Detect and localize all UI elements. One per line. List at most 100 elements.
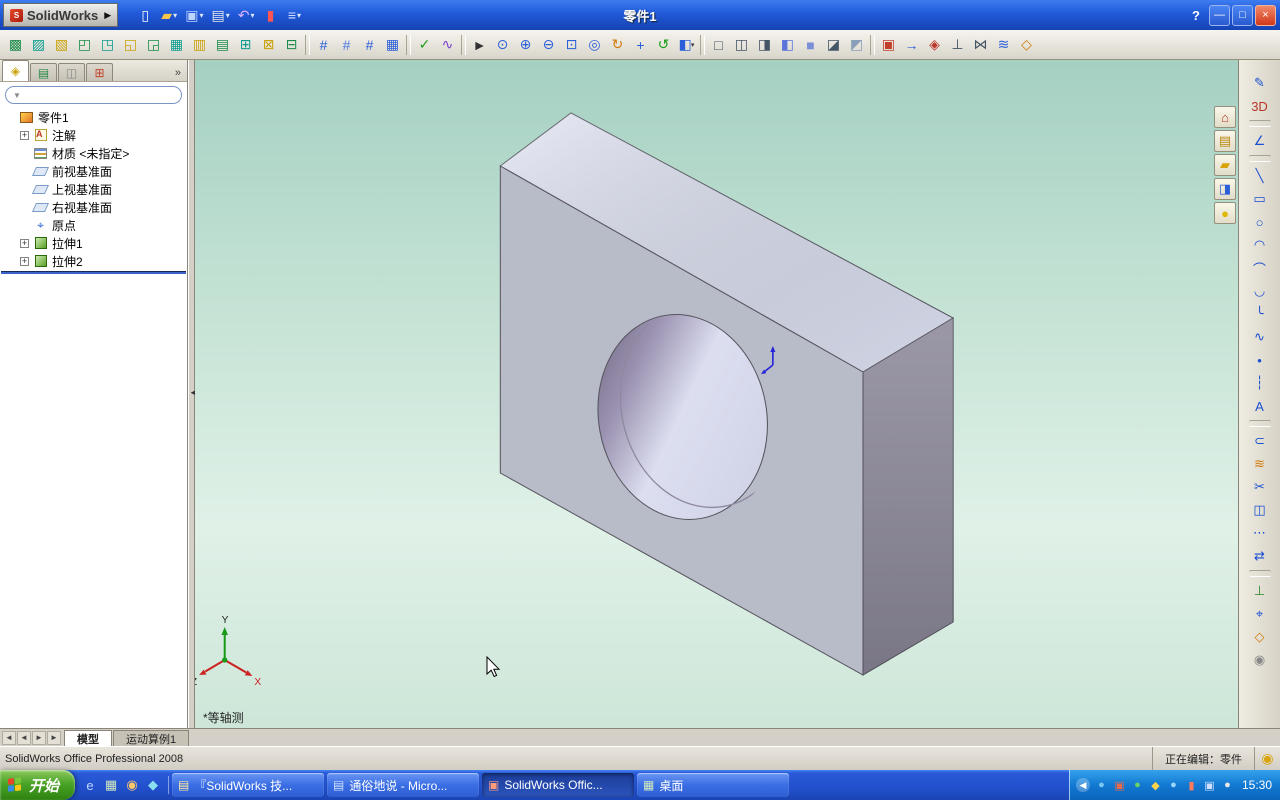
tray-update-icon[interactable]: ● (1130, 778, 1145, 793)
scene-icon[interactable]: ⊥ ▾ (946, 33, 969, 56)
swept-icon[interactable]: ◳ ▾ (96, 33, 119, 56)
shadows-icon[interactable]: ◪ ▾ (822, 33, 845, 56)
repair-sketch-icon[interactable]: ⌖ (1247, 603, 1273, 625)
mirror-entities-icon[interactable]: ◫ (1247, 499, 1273, 521)
tree-filter-input[interactable] (24, 89, 174, 101)
view-orientation-icon[interactable]: ▣ ▾ (877, 33, 900, 56)
circular-pattern-icon[interactable]: # ▾ (335, 33, 358, 56)
linear-sketch-pattern-icon[interactable]: ⋯ (1247, 522, 1273, 544)
toolbar-icon[interactable]: ▾ (461, 34, 466, 55)
instant3d-icon[interactable]: ∿ ▾ (436, 33, 459, 56)
chamfer-icon[interactable]: ▥ ▾ (188, 33, 211, 56)
circle-icon[interactable]: ○ (1247, 211, 1273, 233)
tab-nav-button[interactable]: ◄ (17, 730, 31, 745)
maximize-button[interactable]: □ (1232, 4, 1253, 26)
tray-network-icon[interactable]: ● (1094, 778, 1109, 793)
sketch-edit-icon[interactable]: ▨ ▾ (27, 33, 50, 56)
show-desktop-icon[interactable]: ▦ (102, 776, 120, 794)
motion-study-tab[interactable]: 运动算例1 (113, 730, 190, 746)
zoom-previous-icon[interactable]: ⊙ ▾ (491, 33, 514, 56)
sketch-tool-icon[interactable] (1248, 570, 1271, 577)
pan-icon[interactable]: + ▾ (629, 33, 652, 56)
wireframe-icon[interactable]: □ ▾ (707, 33, 730, 56)
text-icon[interactable]: A (1247, 395, 1273, 417)
tree-expander[interactable]: + (20, 130, 29, 140)
3d-sketch-icon[interactable]: 3D (1247, 95, 1273, 117)
rib-icon[interactable]: ▤ ▾ (211, 33, 234, 56)
rotate-view-icon[interactable]: ↻ ▾ (606, 33, 629, 56)
close-button[interactable]: × (1255, 4, 1276, 26)
tree-expander[interactable]: + (20, 238, 29, 248)
tab-nav-button[interactable]: ► (47, 730, 61, 745)
task-desktop[interactable]: ▦ 桌面 (637, 773, 790, 797)
centerline-icon[interactable]: ┆ (1247, 372, 1273, 394)
shaded-with-edges-icon[interactable]: ◧ ▾ (776, 33, 799, 56)
statusbar-badge-icon[interactable]: ◉ (1254, 747, 1280, 770)
tree-item[interactable]: + 原点 (0, 216, 187, 234)
task-word-doc[interactable]: ▤ 通俗地说 - Micro... (327, 773, 480, 797)
zoom-area-icon[interactable]: ⊡ ▾ (560, 33, 583, 56)
zoom-out-icon[interactable]: ⊖ ▾ (537, 33, 560, 56)
toolbar-options-icon[interactable]: ◇ ▾ (1015, 33, 1038, 56)
rapid-sketch-icon[interactable]: ◉ (1247, 649, 1273, 671)
sketch-icon[interactable]: ▩ ▾ (4, 33, 27, 56)
camera-icon[interactable]: → ▾ (900, 33, 923, 56)
mirror-pattern-icon[interactable]: # ▾ (358, 33, 381, 56)
tray-im-icon[interactable]: ● (1166, 778, 1181, 793)
sketch-tool-icon[interactable] (1248, 155, 1271, 162)
standard-views-icon[interactable]: ◧ ▾ (675, 33, 698, 56)
tree-item[interactable]: + 右视基准面 (0, 198, 187, 216)
curves-icon[interactable]: ✓ ▾ (413, 33, 436, 56)
toolbar-icon[interactable]: ▾ (700, 34, 705, 55)
appearance-icon[interactable]: ◈ ▾ (923, 33, 946, 56)
design-library-icon[interactable]: ▤ (1214, 130, 1236, 152)
tree-item[interactable]: + 前视基准面 (0, 162, 187, 180)
move-entities-icon[interactable]: ⇄ (1247, 545, 1273, 567)
hole-wizard-icon[interactable]: ⊟ ▾ (280, 33, 303, 56)
messenger-icon[interactable]: ◆ (144, 776, 162, 794)
task-solidworks-app[interactable]: ▣ SolidWorks Offic... (482, 773, 635, 797)
reference-geometry-icon[interactable]: ▦ ▾ (381, 33, 404, 56)
mass-properties-icon[interactable]: ≋ ▾ (992, 33, 1015, 56)
toolbar-icon[interactable]: ▾ (870, 34, 875, 55)
tray-security-icon[interactable]: ▣ (1112, 778, 1127, 793)
start-button[interactable]: 开始 (0, 770, 76, 800)
sketch-icon[interactable]: ✎ (1247, 72, 1273, 94)
extrude-boss-icon[interactable]: ▧ ▾ (50, 33, 73, 56)
solidworks-resources-icon[interactable]: ⌂ (1214, 106, 1236, 128)
configurationmanager-tab[interactable]: ◫ (58, 63, 85, 81)
sketch-tool-icon[interactable] (1248, 120, 1271, 127)
tangent-arc-icon[interactable]: ⌒ (1247, 257, 1273, 279)
minimize-button[interactable]: — (1209, 4, 1230, 26)
trim-entities-icon[interactable]: ✂ (1247, 476, 1273, 498)
taskbar-clock[interactable]: 15:30 (1242, 778, 1272, 792)
part-model[interactable]: Y X Z (195, 60, 1238, 728)
tray-battery-icon[interactable]: ● (1220, 778, 1235, 793)
tree-item[interactable]: + 零件1 (0, 108, 187, 126)
tray-chevron-icon[interactable]: ◀ (1075, 778, 1090, 792)
tray-input-icon[interactable]: ▣ (1202, 778, 1217, 793)
loft-icon[interactable]: ◱ ▾ (119, 33, 142, 56)
line-icon[interactable]: ╲ (1247, 165, 1273, 187)
centerpoint-arc-icon[interactable]: ◠ (1247, 234, 1273, 256)
panel-chevron-icon[interactable]: » (175, 67, 185, 81)
smart-dimension-icon[interactable]: ∠ (1247, 130, 1273, 152)
tree-item[interactable]: + 注解 (0, 126, 187, 144)
tree-item[interactable]: + 拉伸2 (0, 252, 187, 270)
display-relations-icon[interactable]: ⊥ (1247, 580, 1273, 602)
draft-icon[interactable]: ⊠ ▾ (257, 33, 280, 56)
3-point-arc-icon[interactable]: ◡ (1247, 280, 1273, 302)
print-icon[interactable]: ▤ ▾ (208, 4, 232, 26)
zoom-in-icon[interactable]: ⊕ ▾ (514, 33, 537, 56)
task-solidworks-doc[interactable]: ▤ 『SolidWorks 技... (172, 773, 325, 797)
save-icon[interactable]: ▣ ▾ (182, 4, 206, 26)
zoom-fit-icon[interactable]: ◎ ▾ (583, 33, 606, 56)
rebuild-icon[interactable]: ▮ ▾ (259, 4, 281, 26)
convert-entities-icon[interactable]: ⊂ (1247, 430, 1273, 452)
tree-expander[interactable]: + (20, 256, 29, 266)
hidden-lines-removed-icon[interactable]: ◨ ▾ (753, 33, 776, 56)
model-tab[interactable]: 模型 (64, 730, 112, 746)
quick-snaps-icon[interactable]: ◇ (1247, 626, 1273, 648)
measure-icon[interactable]: ⋈ ▾ (969, 33, 992, 56)
rectangle-icon[interactable]: ▭ (1247, 188, 1273, 210)
